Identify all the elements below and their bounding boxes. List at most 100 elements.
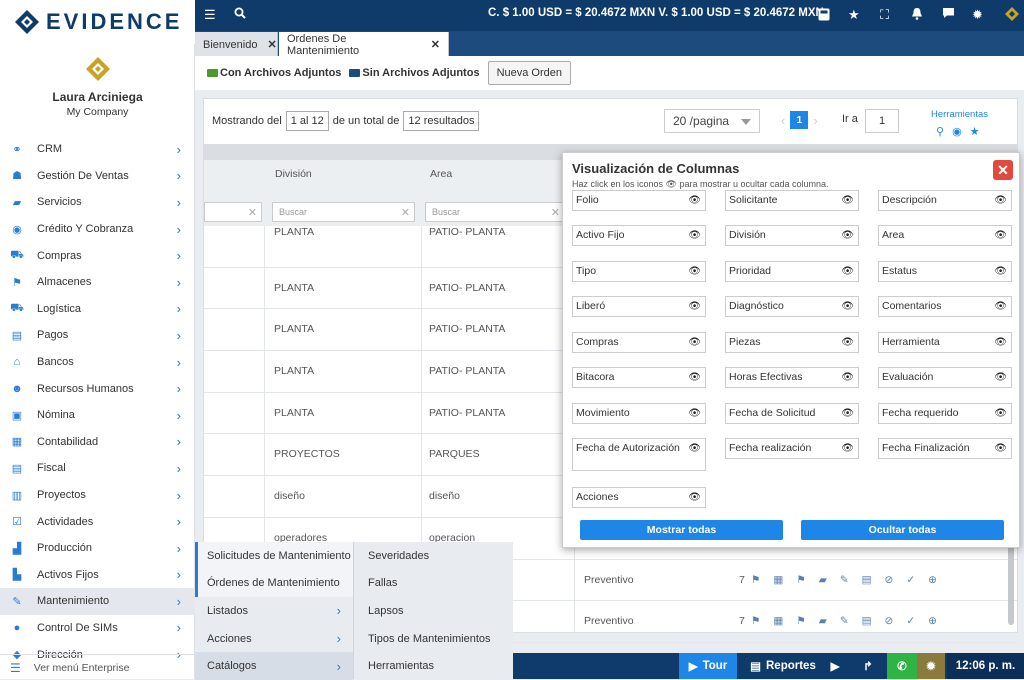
column-header-division[interactable]: División xyxy=(275,168,312,180)
eye-icon[interactable]: 👁 xyxy=(841,300,854,313)
menu-icon[interactable]: ☰ xyxy=(204,7,216,23)
star-icon[interactable]: ★ xyxy=(848,7,860,23)
show-all-button[interactable]: Mostrar todas xyxy=(580,520,783,540)
sidebar-item[interactable]: ⚑ Almacenes › xyxy=(0,269,195,296)
with-attachments-filter[interactable]: Con Archivos Adjuntos xyxy=(207,67,341,79)
search-input[interactable]: ✕ xyxy=(204,202,262,222)
eye-icon[interactable]: 👁 xyxy=(994,265,1007,278)
column-toggle[interactable]: Movimiento 👁 xyxy=(572,403,706,424)
catalog-item[interactable]: Lapsos xyxy=(354,597,513,625)
eye-icon[interactable]: 👁 xyxy=(994,194,1007,207)
submenu-item[interactable]: Solicitudes de Mantenimiento xyxy=(195,542,353,570)
eye-icon[interactable]: 👁 xyxy=(688,407,701,420)
logo-icon[interactable] xyxy=(1004,6,1020,26)
without-attachments-filter[interactable]: Sin Archivos Adjuntos xyxy=(349,67,480,79)
column-toggle[interactable]: Horas Efectivas 👁 xyxy=(725,367,859,388)
eye-icon[interactable]: 👁 xyxy=(994,407,1007,420)
column-toggle[interactable]: Solicitante 👁 xyxy=(725,190,859,211)
sidebar-item[interactable]: ☗ Gestión De Ventas › xyxy=(0,163,195,190)
per-page-select[interactable]: 20 /pagina xyxy=(664,109,760,133)
column-toggle[interactable]: Tipo 👁 xyxy=(572,261,706,282)
star-icon[interactable]: ★ xyxy=(970,125,980,138)
eye-icon[interactable]: 👁 xyxy=(688,229,701,242)
clear-icon[interactable]: ✕ xyxy=(248,206,257,219)
eye-icon[interactable]: 👁 xyxy=(994,442,1007,455)
row-action-icons[interactable]: ⚑▦⚑▰✎▤⊘✓⊕ xyxy=(751,574,950,586)
sidebar-item[interactable]: ⌂ Bancos › xyxy=(0,349,195,376)
eye-icon[interactable]: 👁 xyxy=(688,265,701,278)
catalog-item[interactable]: Severidades xyxy=(354,542,513,570)
catalog-item[interactable]: Tipos de Mantenimientos xyxy=(354,625,513,653)
column-toggle[interactable]: Fecha de Solicitud 👁 xyxy=(725,403,859,424)
eye-icon[interactable]: 👁 xyxy=(994,371,1007,384)
eye-icon[interactable]: 👁 xyxy=(688,371,701,384)
sidebar-item[interactable]: ⚭ CRM › xyxy=(0,136,195,163)
column-toggle[interactable]: Compras 👁 xyxy=(572,332,706,353)
bell-icon[interactable] xyxy=(911,7,923,24)
submenu-item[interactable]: Acciones › xyxy=(195,625,353,653)
prev-page-icon[interactable]: ‹ xyxy=(781,113,785,128)
close-icon[interactable]: ✕ xyxy=(431,38,440,51)
share-icon[interactable]: ↱ xyxy=(855,653,881,679)
eye-icon[interactable]: ◉ xyxy=(952,125,962,138)
whatsapp-icon[interactable]: ✆ xyxy=(887,653,917,679)
column-toggle[interactable]: Piezas 👁 xyxy=(725,332,859,353)
sidebar-item[interactable]: ▙ Activos Fijos › xyxy=(0,562,195,589)
eye-icon[interactable]: 👁 xyxy=(688,336,701,349)
column-toggle[interactable]: Evaluación 👁 xyxy=(878,367,1012,388)
submenu-item[interactable]: Listados › xyxy=(195,597,353,625)
tab-bienvenido[interactable]: Bienvenido ✕ xyxy=(195,32,278,57)
column-toggle[interactable]: Area 👁 xyxy=(878,225,1012,246)
column-toggle[interactable]: Herramienta 👁 xyxy=(878,332,1012,353)
clear-icon[interactable]: ✕ xyxy=(401,206,410,219)
sidebar-item[interactable]: ▟ Producción › xyxy=(0,535,195,562)
column-toggle[interactable]: Activo Fijo 👁 xyxy=(572,225,706,246)
row-action-icons[interactable]: ⚑▦⚑▰✎▤⊘✓⊕ xyxy=(751,615,950,627)
close-icon[interactable]: ✕ xyxy=(267,38,276,51)
settings-icon[interactable]: ✹ xyxy=(917,653,945,679)
sidebar-item[interactable]: ☑ Actividades › xyxy=(0,508,195,535)
catalog-item[interactable]: Fallas xyxy=(354,570,513,598)
eye-icon[interactable]: 👁 xyxy=(841,265,854,278)
column-toggle[interactable]: Prioridad 👁 xyxy=(725,261,859,282)
sidebar-item[interactable]: ⛟ Logística › xyxy=(0,296,195,323)
eye-icon[interactable]: 👁 xyxy=(688,300,701,313)
fullscreen-icon[interactable]: ⛶ xyxy=(880,7,889,23)
eye-icon[interactable]: 👁 xyxy=(688,491,701,504)
new-order-button[interactable]: Nueva Orden xyxy=(487,61,571,85)
avatar[interactable] xyxy=(85,56,111,82)
column-toggle[interactable]: Estatus 👁 xyxy=(878,261,1012,282)
sidebar-item[interactable]: ● Control De SIMs › xyxy=(0,615,195,642)
eye-icon[interactable]: 👁 xyxy=(841,371,854,384)
sidebar-item[interactable]: ▦ Contabilidad › xyxy=(0,429,195,456)
sidebar-item[interactable]: ▰ Servicios › xyxy=(0,189,195,216)
calculator-icon[interactable] xyxy=(818,8,830,25)
page-button[interactable]: 1 xyxy=(790,111,809,129)
column-toggle[interactable]: Fecha requerido 👁 xyxy=(878,403,1012,424)
sidebar-item[interactable]: ☻ Recursos Humanos › xyxy=(0,375,195,402)
tour-button[interactable]: ▶ Tour xyxy=(679,653,737,679)
column-toggle[interactable]: Fecha realización 👁 xyxy=(725,438,859,459)
eye-icon[interactable]: 👁 xyxy=(994,229,1007,242)
column-toggle[interactable]: Descripción 👁 xyxy=(878,190,1012,211)
tab-ordenes-mantenimiento[interactable]: Ordenes De Mantenimiento ✕ xyxy=(279,32,449,57)
eye-icon[interactable]: 👁 xyxy=(841,407,854,420)
goto-page-input[interactable]: 1 xyxy=(865,109,899,133)
search-input[interactable]: Buscar ✕ xyxy=(425,202,565,222)
sidebar-item[interactable]: ▥ Proyectos › xyxy=(0,482,195,509)
catalog-item[interactable]: Herramientas xyxy=(354,652,513,680)
column-toggle[interactable]: Diagnóstico 👁 xyxy=(725,296,859,317)
tools-link[interactable]: Herramientas xyxy=(931,109,988,120)
close-button[interactable]: ✕ xyxy=(993,160,1013,180)
search-icon[interactable]: ⚲ xyxy=(936,125,944,138)
eye-icon[interactable]: 👁 xyxy=(994,336,1007,349)
sidebar-item[interactable]: ✎ Mantenimiento › xyxy=(0,588,195,615)
eye-icon[interactable]: 👁 xyxy=(994,300,1007,313)
eye-icon[interactable]: 👁 xyxy=(841,336,854,349)
column-toggle[interactable]: Folio 👁 xyxy=(572,190,706,211)
column-header-area[interactable]: Area xyxy=(430,168,452,180)
sidebar-item[interactable]: ▤ Fiscal › xyxy=(0,455,195,482)
eye-icon[interactable]: 👁 xyxy=(841,442,854,455)
hide-all-button[interactable]: Ocultar todas xyxy=(801,520,1004,540)
submenu-item[interactable]: Órdenes de Mantenimiento xyxy=(195,569,353,598)
